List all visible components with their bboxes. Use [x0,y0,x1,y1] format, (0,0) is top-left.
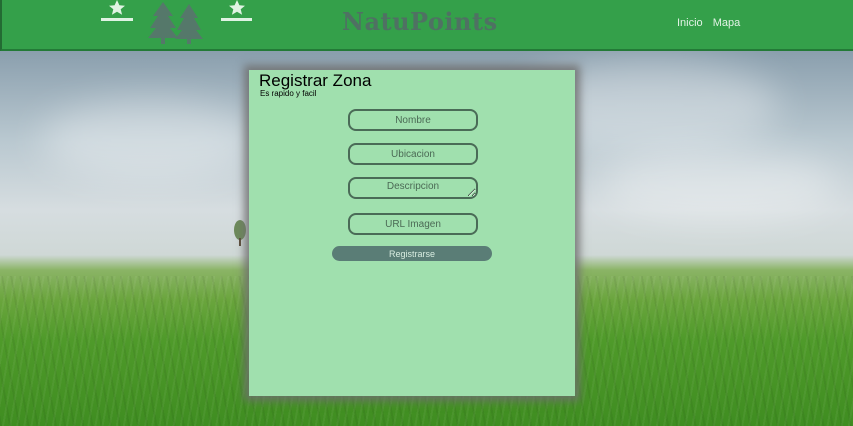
nav-link-inicio[interactable]: Inicio [677,17,703,29]
nombre-input[interactable] [348,109,478,131]
form-subtitle: Es rapido y facil [260,89,317,98]
register-button[interactable]: Registrarse [332,246,492,261]
url-imagen-input[interactable] [348,213,478,235]
cloud [40,100,260,180]
register-zone-card: Registrar Zona Es rapido y facil Registr… [249,70,575,396]
cloud [600,150,840,220]
star-icon [221,0,252,21]
tree-icon [234,220,246,246]
header-bar: NatuPoints Inicio Mapa [0,0,853,51]
form-title: Registrar Zona [259,71,372,90]
page-background: NatuPoints Inicio Mapa Registrar Zona Es… [0,0,853,426]
star-icon [101,0,133,21]
logo [101,0,252,44]
ubicacion-input[interactable] [348,143,478,165]
brand-title: NatuPoints [342,7,498,36]
nav-link-mapa[interactable]: Mapa [713,17,741,29]
tree-icon [148,2,203,44]
descripcion-textarea[interactable] [348,177,478,199]
main-nav: Inicio Mapa [677,17,740,29]
